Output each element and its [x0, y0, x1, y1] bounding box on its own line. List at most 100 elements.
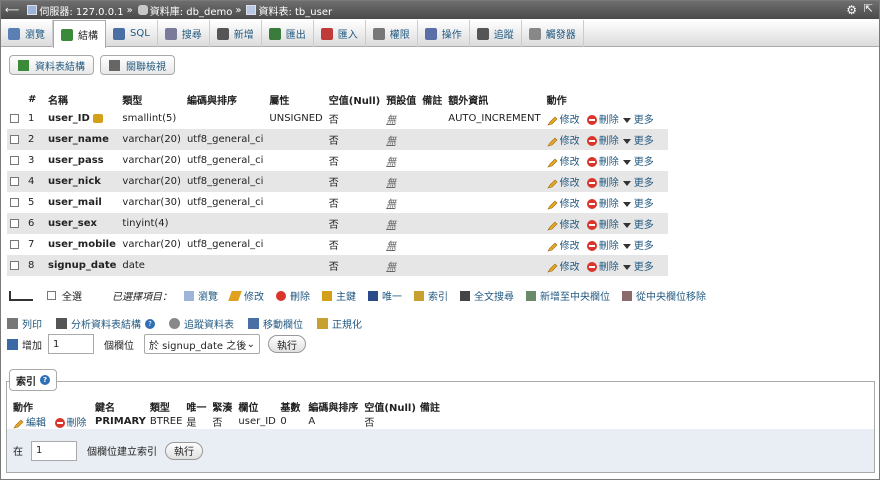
change-button[interactable]: 修改	[546, 241, 580, 252]
change-button[interactable]: 修改	[546, 178, 580, 189]
column-name[interactable]: signup_date	[48, 260, 116, 271]
tab-structure[interactable]: 結構	[53, 20, 106, 48]
drop-button[interactable]: 刪除	[586, 115, 619, 126]
add-column-count-input[interactable]: 1	[48, 334, 94, 354]
collapse-menu-icon[interactable]: ⇱	[864, 2, 873, 15]
change-button[interactable]: 修改	[546, 136, 580, 147]
track-table-link[interactable]: 追蹤資料表	[169, 316, 234, 331]
column-name-cell[interactable]: signup_date	[45, 255, 120, 276]
bulk-fulltext-button[interactable]: 全文搜尋	[460, 288, 514, 303]
normalize-link[interactable]: 正規化	[317, 316, 362, 331]
tab-eye[interactable]: 追蹤	[470, 20, 522, 47]
create-index-go-button[interactable]: 執行	[165, 441, 203, 460]
change-button[interactable]: 修改	[546, 262, 580, 273]
header-name[interactable]: 名稱	[45, 91, 120, 108]
row-checkbox-cell[interactable]	[7, 129, 25, 150]
tab-table[interactable]: 瀏覽	[1, 20, 53, 47]
column-name-cell[interactable]: user_name	[45, 129, 120, 150]
more-dropdown[interactable]: 更多	[619, 220, 654, 231]
drop-button[interactable]: 刪除	[586, 220, 619, 231]
bulk-browse-button[interactable]: 瀏覽	[184, 288, 218, 303]
tab-sql[interactable]: SQL	[106, 20, 158, 47]
gear-icon[interactable]: ⚙	[846, 3, 857, 17]
tab-export[interactable]: 匯出	[262, 20, 314, 47]
help-icon[interactable]: ?	[40, 375, 50, 385]
column-name[interactable]: user_name	[48, 134, 109, 145]
bulk-unique-button[interactable]: 唯一	[368, 288, 402, 303]
column-name-cell[interactable]: user_pass	[45, 150, 120, 171]
breadcrumb-table[interactable]: 資料表: tb_user	[258, 3, 332, 18]
row-checkbox[interactable]	[10, 176, 19, 186]
index-drop-button[interactable]: 刪除	[52, 414, 93, 429]
index-edit-button[interactable]: 編輯	[11, 414, 53, 429]
check-all-checkbox[interactable]	[47, 291, 56, 300]
breadcrumb-database[interactable]: 資料庫: db_demo	[150, 3, 233, 18]
row-checkbox[interactable]	[10, 134, 19, 144]
change-button[interactable]: 修改	[546, 220, 580, 231]
more-dropdown[interactable]: 更多	[619, 136, 654, 147]
more-dropdown[interactable]: 更多	[619, 157, 654, 168]
help-icon[interactable]: ?	[145, 318, 155, 329]
tab-wrench[interactable]: 操作	[418, 20, 470, 47]
create-index-count-input[interactable]: 1	[31, 440, 77, 461]
more-dropdown[interactable]: 更多	[619, 262, 654, 273]
add-go-button[interactable]: 執行	[268, 335, 306, 353]
header-type[interactable]: 類型	[119, 91, 184, 108]
row-checkbox-cell[interactable]	[7, 255, 25, 276]
bulk-drop-button[interactable]: 刪除	[276, 288, 310, 303]
bulk-change-button[interactable]: 修改	[228, 288, 264, 303]
bulk-primary-button[interactable]: 主鍵	[322, 288, 356, 303]
column-name-cell[interactable]: user_mobile	[45, 234, 120, 255]
check-all-label[interactable]: 全選	[62, 288, 82, 303]
propose-structure-link[interactable]: 分析資料表結構?	[56, 316, 155, 331]
collapse-arrow-icon[interactable]: ⟵	[5, 5, 19, 16]
row-checkbox-cell[interactable]	[7, 192, 25, 213]
row-checkbox-cell[interactable]	[7, 213, 25, 234]
row-checkbox-cell[interactable]	[7, 108, 25, 129]
change-button[interactable]: 修改	[546, 199, 580, 210]
tab-privileges[interactable]: 權限	[366, 20, 418, 47]
column-name[interactable]: user_mobile	[48, 239, 116, 250]
drop-button[interactable]: 刪除	[586, 199, 619, 210]
change-button[interactable]: 修改	[546, 157, 580, 168]
row-checkbox-cell[interactable]	[7, 234, 25, 255]
drop-button[interactable]: 刪除	[586, 157, 619, 168]
header-comments[interactable]: 備註	[419, 91, 446, 108]
row-checkbox-cell[interactable]	[7, 171, 25, 192]
column-name[interactable]: user_pass	[48, 155, 104, 166]
tab-insert[interactable]: 新增	[210, 20, 262, 47]
drop-button[interactable]: 刪除	[586, 136, 619, 147]
more-dropdown[interactable]: 更多	[619, 199, 654, 210]
drop-button[interactable]: 刪除	[586, 178, 619, 189]
subtab-relation-view[interactable]: 關聯檢視	[100, 55, 175, 75]
row-checkbox[interactable]	[10, 155, 19, 165]
row-checkbox[interactable]	[10, 197, 19, 207]
row-checkbox-cell[interactable]	[7, 150, 25, 171]
column-name[interactable]: user_sex	[48, 218, 97, 229]
row-checkbox[interactable]	[10, 113, 19, 123]
column-name[interactable]: user_ID	[48, 113, 90, 124]
header-default[interactable]: 預設值	[383, 91, 420, 108]
bulk-add-central-button[interactable]: 新增至中央欄位	[526, 288, 610, 303]
column-name[interactable]: user_nick	[48, 176, 101, 187]
row-checkbox[interactable]	[10, 218, 19, 228]
column-name-cell[interactable]: user_sex	[45, 213, 120, 234]
header-collation[interactable]: 編碼與排序	[183, 91, 267, 108]
column-name[interactable]: user_mail	[48, 197, 102, 208]
column-name-cell[interactable]: user_mail	[45, 192, 120, 213]
move-columns-link[interactable]: 移動欄位	[248, 316, 303, 331]
header-extra[interactable]: 額外資訊	[445, 91, 544, 108]
tab-import[interactable]: 匯入	[314, 20, 366, 47]
drop-button[interactable]: 刪除	[586, 262, 619, 273]
bulk-remove-central-button[interactable]: 從中央欄位移除	[622, 288, 706, 303]
header-attributes[interactable]: 屬性	[266, 91, 326, 108]
add-position-select[interactable]: 於 signup_date 之後 ⌄	[144, 334, 260, 354]
subtab-table-structure[interactable]: 資料表結構	[9, 55, 94, 75]
column-name-cell[interactable]: user_nick	[45, 171, 120, 192]
bulk-index-button[interactable]: 索引	[414, 288, 448, 303]
drop-button[interactable]: 刪除	[586, 241, 619, 252]
column-name-cell[interactable]: user_ID	[45, 108, 120, 129]
tab-triggers[interactable]: 觸發器	[522, 20, 584, 47]
breadcrumb-server[interactable]: 伺服器: 127.0.0.1	[39, 3, 123, 18]
header-null[interactable]: 空值(Null)	[325, 91, 384, 108]
